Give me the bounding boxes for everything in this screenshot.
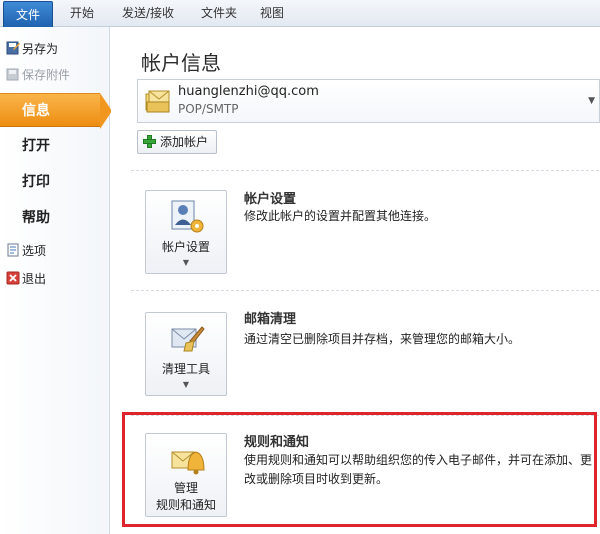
- account-settings-button[interactable]: 帐户设置 ▼: [145, 190, 227, 274]
- sidebar-item-print[interactable]: 打印: [0, 165, 110, 199]
- divider: [131, 170, 600, 171]
- cleanup-tools-button[interactable]: 清理工具 ▼: [145, 312, 227, 396]
- cleanup-tools-button-label: 清理工具: [161, 362, 210, 376]
- options-icon: [7, 243, 19, 257]
- account-settings-icon: [171, 200, 204, 233]
- options-button[interactable]: 选项: [0, 239, 110, 261]
- tab-send-receive[interactable]: 发送/接收: [110, 0, 186, 27]
- account-settings-button-label: 帐户设置: [161, 240, 210, 254]
- tab-file[interactable]: 文件: [3, 1, 53, 27]
- cleanup-tools-icon: [171, 326, 205, 352]
- save-as-button[interactable]: 另存为: [0, 37, 110, 59]
- account-type: POP/SMTP: [178, 102, 239, 116]
- sidebar-item-help[interactable]: 帮助: [0, 201, 110, 235]
- ribbon-tab-bar: 文件 开始 发送/接收 文件夹 视图: [0, 0, 600, 27]
- sidebar-item-info[interactable]: 信息: [0, 93, 112, 129]
- close-icon: [6, 271, 20, 285]
- add-account-label: 添加帐户: [160, 135, 209, 149]
- highlight-box: [122, 412, 597, 527]
- tab-home[interactable]: 开始: [62, 0, 102, 27]
- chevron-down-icon: ▼: [182, 258, 190, 267]
- account-selector[interactable]: huanglenzhi@qq.com POP/SMTP ▼: [137, 79, 600, 123]
- chevron-down-icon: ▼: [182, 380, 190, 389]
- exit-button[interactable]: 退出: [0, 267, 110, 289]
- tab-folder[interactable]: 文件夹: [192, 0, 246, 27]
- plus-icon: [143, 135, 156, 148]
- save-attachments-button[interactable]: 保存附件: [0, 63, 110, 85]
- chevron-down-icon[interactable]: ▼: [588, 96, 595, 106]
- tab-view[interactable]: 视图: [252, 0, 292, 27]
- add-account-button[interactable]: 添加帐户: [137, 130, 218, 154]
- save-as-label: 另存为: [22, 41, 59, 56]
- save-attachments-label: 保存附件: [22, 67, 71, 82]
- account-settings-title: 帐户设置: [244, 192, 297, 207]
- options-label: 选项: [22, 243, 47, 258]
- divider: [131, 290, 600, 291]
- save-attachments-icon: [6, 68, 19, 81]
- account-settings-description: 修改此帐户的设置并配置其他连接。: [244, 209, 437, 223]
- save-as-icon: [6, 41, 20, 55]
- exit-label: 退出: [22, 271, 47, 286]
- mailbox-cleanup-title: 邮箱清理: [244, 312, 297, 327]
- account-email: huanglenzhi@qq.com: [178, 84, 319, 99]
- backstage-sidebar: 另存为 保存附件 信息 打开 打印 帮助 选项 退出: [0, 27, 112, 534]
- account-envelope-icon: [145, 90, 170, 113]
- page-title: 帐户信息: [141, 51, 221, 75]
- mailbox-cleanup-description: 通过清空已删除项目并存档，来管理您的邮箱大小。: [244, 332, 521, 346]
- sidebar-item-open[interactable]: 打开: [0, 129, 110, 163]
